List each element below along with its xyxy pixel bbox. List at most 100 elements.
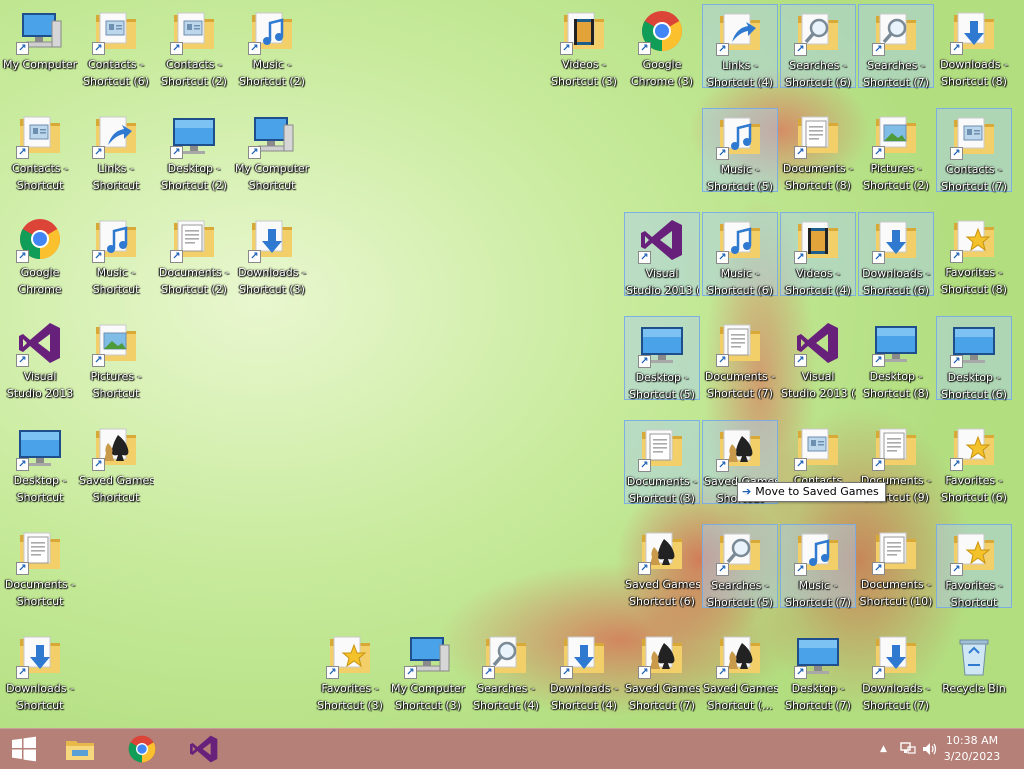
desktop-icon-label: Shortcut (7) bbox=[785, 699, 851, 712]
desktop-icon-my-computer-shortcut-3[interactable]: ↗ My Computer - Shortcut (3) bbox=[390, 628, 466, 712]
desktop-icon-label: Shortcut (8) bbox=[863, 387, 929, 400]
taskbar-visual-studio[interactable] bbox=[182, 731, 226, 767]
shortcut-arrow-icon: ↗ bbox=[92, 354, 105, 367]
desktop-icon-label: Shortcut bbox=[16, 179, 64, 192]
desktop-icon-downloads-shortcut-3[interactable]: ↗ Downloads - Shortcut (3) bbox=[234, 212, 310, 296]
shortcut-arrow-icon: ↗ bbox=[716, 354, 729, 367]
desktop-icon-searches-shortcut-7[interactable]: ↗ Searches - Shortcut (7) bbox=[858, 4, 934, 89]
desktop-icon-my-computer-shortcut[interactable]: ↗ My Computer - Shortcut bbox=[234, 108, 310, 192]
desktop-icon-recycle-bin[interactable]: Recycle Bin bbox=[936, 628, 1012, 712]
desktop-icon-desktop-shortcut[interactable]: ↗ Desktop - Shortcut bbox=[2, 420, 78, 504]
desktop-icon-google-chrome-3[interactable]: ↗ Google Chrome (3) bbox=[624, 4, 700, 88]
desktop-icon-pictures-shortcut-2[interactable]: ↗ Pictures - Shortcut (2) bbox=[858, 108, 934, 192]
desktop-icon-saved-games-shortcut[interactable]: ↗ Saved Games - Shortcut (... bbox=[702, 628, 778, 712]
desktop-icon-visual-studio-2013-2[interactable]: ↗ Visual Studio 2013 (2) bbox=[780, 316, 856, 400]
desktop-icon-documents-shortcut-3[interactable]: ↗ Documents - Shortcut (3) bbox=[624, 420, 700, 505]
desktop-icon-visual-studio-2013-3[interactable]: ↗ Visual Studio 2013 (3) bbox=[624, 212, 700, 297]
desktop-icon-videos-shortcut-3[interactable]: ↗ Videos - Shortcut (3) bbox=[546, 4, 622, 88]
videos-folder-icon: ↗ bbox=[794, 216, 842, 264]
desktop-icon-saved-games-shortcut-7[interactable]: ↗ Saved Games - Shortcut (7) bbox=[624, 628, 700, 712]
desktop-icon: ↗ bbox=[950, 320, 998, 368]
desktop-icon-favorites-shortcut-6[interactable]: ↗ Favorites - Shortcut (6) bbox=[936, 420, 1012, 504]
desktop-icon-links-shortcut[interactable]: ↗ Links - Shortcut bbox=[78, 108, 154, 192]
desktop-icon-favorites-shortcut-8[interactable]: ↗ Favorites - Shortcut (8) bbox=[936, 212, 1012, 296]
system-tray: ▲ 10:38 AM 3/20/2023 bbox=[864, 729, 1024, 769]
desktop-icon-my-computer[interactable]: ↗ My Computer bbox=[2, 4, 78, 88]
shortcut-arrow-icon: ↗ bbox=[16, 458, 29, 471]
start-button[interactable] bbox=[2, 731, 46, 767]
favorites-folder-icon: ↗ bbox=[326, 631, 374, 679]
desktop-icon-documents-shortcut-2[interactable]: ↗ Documents - Shortcut (2) bbox=[156, 212, 232, 296]
desktop-icon-contacts-shortcut[interactable]: ↗ Contacts - Shortcut bbox=[2, 108, 78, 192]
desktop-icon-label: Shortcut (8) bbox=[941, 75, 1007, 88]
desktop-icon-music-shortcut[interactable]: ↗ Music - Shortcut bbox=[78, 212, 154, 296]
shortcut-arrow-icon: ↗ bbox=[872, 458, 885, 471]
desktop-icon-favorites-shortcut[interactable]: ↗ Favorites - Shortcut bbox=[936, 524, 1012, 609]
shortcut-arrow-icon: ↗ bbox=[170, 42, 183, 55]
desktop-icon-label: Shortcut (2) bbox=[161, 283, 227, 296]
desktop-icon-label: Shortcut bbox=[92, 491, 140, 504]
volume-icon[interactable] bbox=[922, 742, 938, 759]
desktop-icon-links-shortcut-4[interactable]: ↗ Links - Shortcut (4) bbox=[702, 4, 778, 89]
desktop-icon-label: Documents - bbox=[626, 475, 698, 488]
visual-studio-icon: ↗ bbox=[638, 216, 686, 264]
desktop-icon-label: Shortcut (6) bbox=[785, 76, 851, 89]
desktop-icon-label: Shortcut bbox=[16, 491, 64, 504]
desktop-icon-documents-shortcut[interactable]: ↗ Documents - Shortcut bbox=[2, 524, 78, 608]
desktop-icon-downloads-shortcut-8[interactable]: ↗ Downloads - Shortcut (8) bbox=[936, 4, 1012, 88]
desktop-icon-label: Shortcut (... bbox=[707, 699, 773, 712]
desktop-icon-label: Shortcut bbox=[16, 699, 64, 712]
show-hidden-icons-chevron-icon[interactable]: ▲ bbox=[880, 744, 887, 754]
desktop-icon-favorites-shortcut-3[interactable]: ↗ Favorites - Shortcut (3) bbox=[312, 628, 388, 712]
shortcut-arrow-icon: ↗ bbox=[872, 146, 885, 159]
taskbar-file-explorer[interactable] bbox=[58, 731, 102, 767]
desktop-icon-desktop-shortcut-7[interactable]: ↗ Desktop - Shortcut (7) bbox=[780, 628, 856, 712]
saved-games-folder-icon: ↗ bbox=[638, 527, 686, 575]
searches-folder-icon: ↗ bbox=[794, 8, 842, 56]
desktop-icon-music-shortcut-6[interactable]: ↗ Music - Shortcut (6) bbox=[702, 212, 778, 297]
desktop-icon-downloads-shortcut-6[interactable]: ↗ Downloads - Shortcut (6) bbox=[858, 212, 934, 297]
desktop-icon-videos-shortcut-4[interactable]: ↗ Videos - Shortcut (4) bbox=[780, 212, 856, 297]
shortcut-arrow-icon: ↗ bbox=[794, 666, 807, 679]
desktop-icon-pictures-shortcut[interactable]: ↗ Pictures - Shortcut bbox=[78, 316, 154, 400]
desktop-icon-label: Music - bbox=[720, 267, 760, 280]
desktop-icon-downloads-shortcut-4[interactable]: ↗ Downloads - Shortcut (4) bbox=[546, 628, 622, 712]
desktop-icon-downloads-shortcut[interactable]: ↗ Downloads - Shortcut bbox=[2, 628, 78, 712]
desktop-icon-documents-shortcut-8[interactable]: ↗ Documents - Shortcut (8) bbox=[780, 108, 856, 192]
desktop-icon-contacts-shortcut-6[interactable]: ↗ Contacts - Shortcut (6) bbox=[78, 4, 154, 88]
desktop-icon-visual-studio-2013[interactable]: ↗ Visual Studio 2013 bbox=[2, 316, 78, 400]
desktop-icon-documents-shortcut-7[interactable]: ↗ Documents - Shortcut (7) bbox=[702, 316, 778, 400]
desktop-icon-desktop-shortcut-6[interactable]: ↗ Desktop - Shortcut (6) bbox=[936, 316, 1012, 401]
my-computer-icon: ↗ bbox=[16, 7, 64, 55]
shortcut-arrow-icon: ↗ bbox=[794, 563, 807, 576]
desktop-icon-searches-shortcut-4[interactable]: ↗ Searches - Shortcut (4) bbox=[468, 628, 544, 712]
desktop-icon-desktop-shortcut-8[interactable]: ↗ Desktop - Shortcut (8) bbox=[858, 316, 934, 400]
desktop-icon: ↗ bbox=[872, 319, 920, 367]
desktop-icon-label: Saved Games - bbox=[625, 578, 700, 591]
desktop-icon-documents-shortcut-10[interactable]: ↗ Documents - Shortcut (10) bbox=[858, 524, 934, 608]
clock[interactable]: 10:38 AM 3/20/2023 bbox=[940, 733, 1004, 765]
desktop-icon-music-shortcut-5[interactable]: ↗ Music - Shortcut (5) bbox=[702, 108, 778, 193]
desktop-icon-saved-games-shortcut[interactable]: ↗ Saved Games - Shortcut bbox=[78, 420, 154, 504]
desktop-icon-google-chrome[interactable]: ↗ Google Chrome bbox=[2, 212, 78, 296]
desktop-icon-searches-shortcut-6[interactable]: ↗ Searches - Shortcut (6) bbox=[780, 4, 856, 89]
desktop-icon-desktop-shortcut-2[interactable]: ↗ Desktop - Shortcut (2) bbox=[156, 108, 232, 192]
desktop-icon-label: Shortcut (2) bbox=[161, 75, 227, 88]
desktop-icon-label: Favorites - bbox=[321, 682, 379, 695]
desktop-icon-desktop-shortcut-5[interactable]: ↗ Desktop - Shortcut (5) bbox=[624, 316, 700, 401]
desktop-icon-label: Music - bbox=[96, 266, 136, 279]
desktop-icon-searches-shortcut-5[interactable]: ↗ Searches - Shortcut (5) bbox=[702, 524, 778, 609]
shortcut-arrow-icon: ↗ bbox=[248, 146, 261, 159]
desktop-icon-downloads-shortcut-7[interactable]: ↗ Downloads - Shortcut (7) bbox=[858, 628, 934, 712]
taskbar-google-chrome[interactable] bbox=[120, 731, 164, 767]
desktop-icon-contacts-shortcut-2[interactable]: ↗ Contacts - Shortcut (2) bbox=[156, 4, 232, 88]
network-icon[interactable] bbox=[900, 742, 916, 759]
desktop-icon-music-shortcut-2[interactable]: ↗ Music - Shortcut (2) bbox=[234, 4, 310, 88]
desktop[interactable]: ↗ My Computer ↗ Contacts - Shortcut (6) ↗ Cont… bbox=[0, 0, 1024, 728]
desktop-icon-music-shortcut-7[interactable]: ↗ Music - Shortcut (7) bbox=[780, 524, 856, 609]
shortcut-arrow-icon: ↗ bbox=[950, 563, 963, 576]
desktop-icon-label: Shortcut (2) bbox=[863, 179, 929, 192]
desktop-icon-saved-games-shortcut-6[interactable]: ↗ Saved Games - Shortcut (6) bbox=[624, 524, 700, 608]
desktop-icon-contacts-shortcut-7[interactable]: ↗ Contacts - Shortcut (7) bbox=[936, 108, 1012, 193]
downloads-folder-icon: ↗ bbox=[872, 631, 920, 679]
